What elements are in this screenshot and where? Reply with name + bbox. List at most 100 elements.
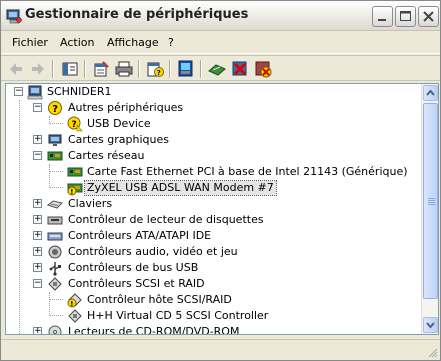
- maximize-button[interactable]: [395, 6, 416, 27]
- expand-icon[interactable]: +: [33, 327, 42, 334]
- expand-icon[interactable]: +: [33, 215, 42, 224]
- tree-connector: [49, 315, 63, 316]
- scroll-grip: [428, 198, 435, 199]
- close-button[interactable]: [418, 6, 439, 27]
- tree-item-label: Claviers: [68, 197, 113, 210]
- menu-affichage[interactable]: Affichage: [107, 36, 159, 49]
- status-bar: [1, 339, 440, 360]
- properties-icon[interactable]: [91, 59, 111, 79]
- usb-icon: [49, 262, 61, 276]
- device-manager-icon: [6, 9, 22, 24]
- vertical-scrollbar[interactable]: [421, 84, 438, 334]
- toolbar-separator: [138, 60, 140, 78]
- tree-item-label: Carte Fast Ethernet PCI à base de Intel …: [87, 165, 408, 178]
- question-device-icon: ?: [48, 101, 62, 115]
- uninstall-device-icon[interactable]: [253, 59, 273, 79]
- tree-item-label: Contrôleurs audio, vidéo et jeu: [68, 245, 238, 258]
- toolbar-separator: [169, 60, 171, 78]
- tree-connector: [49, 171, 63, 172]
- back-arrow-icon[interactable]: [6, 59, 26, 79]
- tree-connector: [19, 100, 20, 334]
- tree-item-label: Contrôleur hôte SCSI/RAID: [87, 293, 232, 306]
- network-adapter-icon: [47, 151, 63, 161]
- svg-text:!: !: [70, 300, 73, 308]
- title-bar[interactable]: Gestionnaire de périphériques: [1, 1, 440, 31]
- collapse-icon[interactable]: −: [33, 151, 42, 160]
- svg-text:?: ?: [72, 120, 77, 130]
- console-tree-icon[interactable]: [60, 59, 80, 79]
- scsi-controller-icon: [48, 277, 62, 291]
- scroll-grip: [428, 204, 435, 205]
- toolbar-separator: [84, 60, 86, 78]
- minimize-icon: [378, 19, 386, 21]
- ide-controller-icon: [47, 232, 63, 241]
- chevron-down-icon: [426, 322, 435, 329]
- scroll-grip: [428, 202, 435, 203]
- menu-bar: Fichier Action Affichage ?: [1, 32, 440, 54]
- tree-item-label: Contrôleurs ATA/ATAPI IDE: [68, 229, 212, 242]
- print-icon[interactable]: [114, 59, 134, 79]
- maximize-icon: [400, 11, 411, 21]
- menu-help[interactable]: ?: [168, 36, 174, 49]
- help-icon[interactable]: ?: [145, 59, 165, 79]
- menu-fichier[interactable]: Fichier: [12, 36, 48, 49]
- expand-icon[interactable]: +: [33, 263, 42, 272]
- chevron-up-icon: [426, 89, 435, 96]
- scroll-grip: [428, 200, 435, 201]
- tree-item-label: Autres périphériques: [68, 101, 184, 114]
- scsi-controller-icon: [68, 309, 82, 323]
- tree-item-label: Contrôleur de lecteur de disquettes: [68, 213, 264, 226]
- window-title: Gestionnaire de périphériques: [25, 7, 249, 22]
- toolbar-separator: [200, 60, 202, 78]
- expand-icon[interactable]: +: [33, 135, 42, 144]
- tree-connector: [49, 164, 50, 188]
- menu-action[interactable]: Action: [60, 36, 94, 49]
- cdrom-icon: [48, 325, 62, 334]
- tree-connector: [49, 299, 63, 300]
- expand-icon[interactable]: +: [33, 247, 42, 256]
- toolbar: ?: [1, 55, 440, 81]
- tree-item-label: Lecteurs de CD-ROM/DVD-ROM: [68, 325, 240, 335]
- collapse-icon[interactable]: −: [33, 279, 42, 288]
- close-icon: [423, 11, 434, 22]
- scroll-thumb[interactable]: [423, 103, 438, 299]
- tree-item-label: Contrôleurs SCSI et RAID: [68, 277, 205, 290]
- collapse-icon[interactable]: −: [33, 103, 42, 112]
- device-tree[interactable]: − SCHNIDER1 − ? Autres périphériques ? U…: [5, 83, 439, 335]
- forward-arrow-icon[interactable]: [28, 59, 48, 79]
- tree-connector: [49, 187, 63, 188]
- floppy-controller-icon: [47, 216, 63, 225]
- svg-text:?: ?: [52, 104, 58, 115]
- tree-item-label: Cartes graphiques: [68, 133, 169, 146]
- tree-item-label: Cartes réseau: [68, 149, 145, 162]
- scroll-down-button[interactable]: [423, 317, 438, 333]
- tree-item-label: H+H Virtual CD 5 SCSI Controller: [87, 309, 269, 322]
- network-adapter-icon: [67, 167, 83, 177]
- scsi-controller-warning-icon: !: [67, 293, 82, 308]
- tree-connector: [49, 123, 63, 124]
- svg-text:!: !: [70, 188, 73, 196]
- warning-device-icon: ?: [67, 116, 83, 132]
- collapse-icon[interactable]: −: [14, 87, 23, 96]
- sound-icon: [48, 245, 62, 259]
- keyboard-icon: [47, 200, 63, 209]
- svg-text:?: ?: [157, 69, 161, 77]
- display-adapter-icon: [48, 134, 62, 146]
- device-manager-window: Gestionnaire de périphériques Fichier Ac…: [0, 0, 441, 361]
- tree-root-label: SCHNIDER1: [47, 85, 112, 98]
- expand-icon[interactable]: +: [33, 231, 42, 240]
- tree-item-label: ZyXEL USB ADSL WAN Modem #7: [84, 180, 277, 196]
- scan-hardware-icon[interactable]: [176, 59, 196, 79]
- tree-item-label: USB Device: [87, 117, 151, 130]
- computer-icon: [27, 85, 43, 100]
- network-adapter-warning-icon: !: [67, 183, 83, 196]
- resize-grip-icon[interactable]: [426, 346, 438, 358]
- toolbar-separator: [52, 60, 54, 78]
- update-driver-icon[interactable]: [207, 59, 227, 79]
- expand-icon[interactable]: +: [33, 199, 42, 208]
- scroll-up-button[interactable]: [423, 85, 438, 101]
- minimize-button[interactable]: [372, 6, 393, 27]
- disable-device-icon[interactable]: [230, 59, 250, 79]
- tree-item-label: Contrôleurs de bus USB: [68, 261, 199, 274]
- tree-connector: [49, 292, 50, 316]
